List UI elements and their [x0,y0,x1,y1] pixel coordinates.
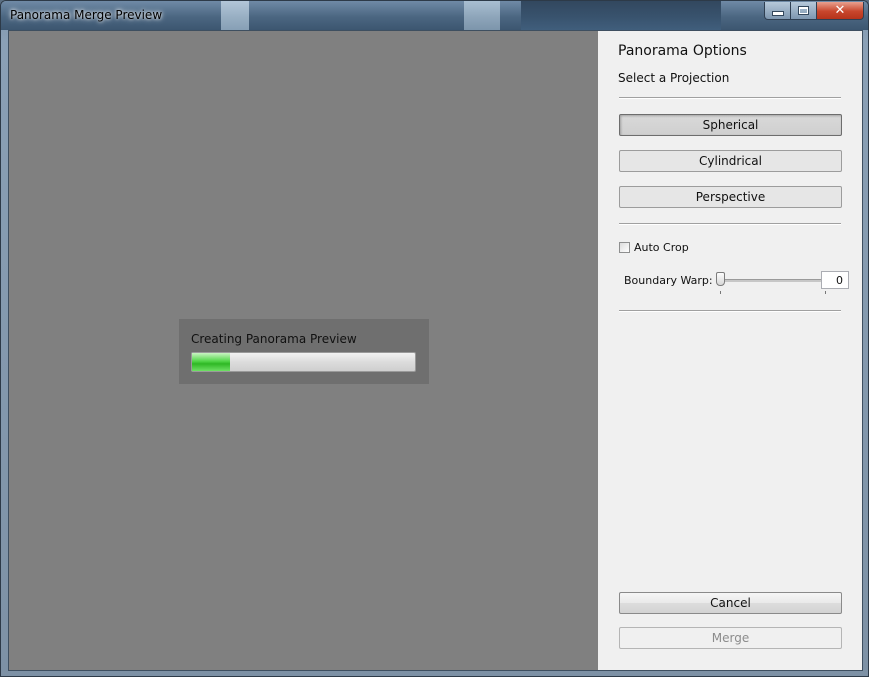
slider-tick [825,291,826,294]
panorama-preview-area: Creating Panorama Preview [9,31,598,670]
auto-crop-option[interactable]: Auto Crop [619,241,689,254]
boundary-warp-slider-track[interactable] [719,279,826,282]
separator [619,223,841,225]
auto-crop-checkbox[interactable] [619,242,630,253]
perspective-button[interactable]: Perspective [619,186,842,208]
window-controls: ✕ [764,2,864,22]
titlebar-glass-reflection [221,1,249,30]
titlebar-glass-reflection [464,1,500,30]
progress-bar [191,352,416,372]
separator [619,97,841,99]
slider-tick [720,291,721,294]
panorama-options-panel: Panorama Options Select a Projection Sph… [598,31,862,670]
options-heading: Panorama Options [618,43,747,59]
progress-panel: Creating Panorama Preview [179,319,429,384]
progress-label: Creating Panorama Preview [191,332,357,346]
app-window: Panorama Merge Preview ✕ Creating Panora… [0,0,869,677]
cancel-button[interactable]: Cancel [619,592,842,614]
title-bar[interactable]: Panorama Merge Preview ✕ [1,1,868,30]
boundary-warp-label: Boundary Warp: [624,274,713,287]
close-button[interactable]: ✕ [817,2,864,20]
boundary-warp-value-input[interactable] [821,271,849,289]
maximize-icon [798,6,809,15]
titlebar-glass-reflection [521,1,721,30]
minimize-icon [771,11,784,16]
projection-subheading: Select a Projection [618,71,730,85]
minimize-button[interactable] [764,2,791,20]
boundary-warp-slider-thumb[interactable] [716,272,725,286]
boundary-warp-row: Boundary Warp: [624,271,849,294]
maximize-button[interactable] [791,2,817,20]
progress-bar-fill [192,353,230,371]
auto-crop-label: Auto Crop [634,241,689,254]
cylindrical-button[interactable]: Cylindrical [619,150,842,172]
dialog-client-area: Creating Panorama Preview Panorama Optio… [8,30,863,671]
separator [619,310,841,312]
close-icon: ✕ [834,3,846,18]
spherical-button[interactable]: Spherical [619,114,842,136]
window-title: Panorama Merge Preview [10,8,163,22]
merge-button[interactable]: Merge [619,627,842,649]
